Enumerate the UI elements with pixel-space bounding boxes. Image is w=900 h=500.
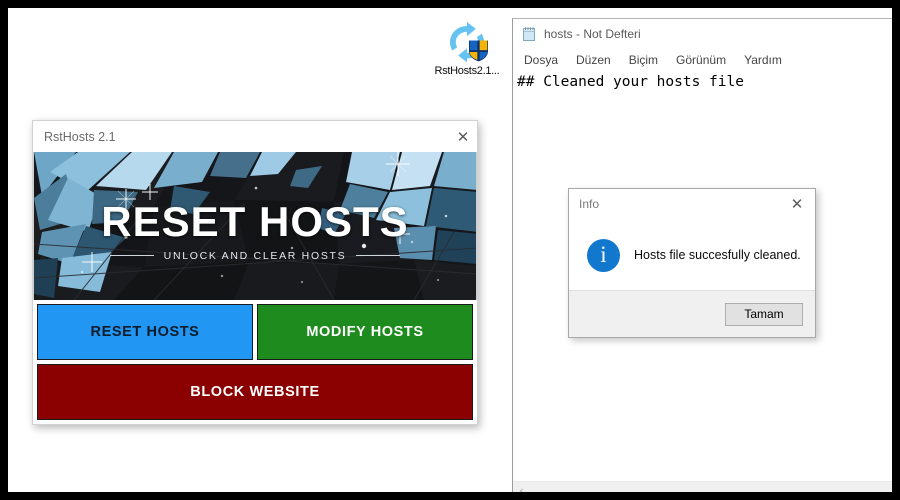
rsthosts-title: RstHosts 2.1 bbox=[44, 129, 116, 144]
desktop-icon-label: RstHosts2.1... bbox=[434, 65, 500, 77]
rsthosts-titlebar[interactable]: RstHosts 2.1 ✕ bbox=[33, 121, 477, 152]
menu-item-bicim[interactable]: Biçim bbox=[627, 52, 660, 68]
scrollbar-track[interactable] bbox=[530, 482, 892, 492]
dialog-footer: Tamam bbox=[569, 290, 815, 337]
screen-frame: RstHosts2.1... hosts - Not Defteri Dosya… bbox=[0, 0, 900, 500]
banner-subline: UNLOCK AND CLEAR HOSTS bbox=[163, 249, 347, 262]
notepad-icon bbox=[521, 26, 537, 42]
rsthosts-banner: RESET HOSTS UNLOCK AND CLEAR HOSTS bbox=[33, 152, 477, 300]
dialog-title: Info bbox=[579, 197, 600, 211]
modify-hosts-button[interactable]: MODIFY HOSTS bbox=[257, 304, 473, 360]
menu-item-duzen[interactable]: Düzen bbox=[574, 52, 613, 68]
info-icon-letter: i bbox=[600, 241, 607, 267]
block-website-button[interactable]: BLOCK WEBSITE bbox=[37, 364, 473, 420]
banner-subline-row: UNLOCK AND CLEAR HOSTS bbox=[109, 249, 401, 262]
ok-button[interactable]: Tamam bbox=[725, 302, 803, 326]
reset-shield-icon bbox=[444, 22, 490, 64]
rule-right bbox=[356, 255, 401, 256]
close-icon[interactable]: ✕ bbox=[449, 126, 477, 148]
notepad-content[interactable]: ## Cleaned your hosts file bbox=[517, 74, 892, 91]
close-icon[interactable]: ✕ bbox=[783, 193, 811, 215]
banner-headline: RESET HOSTS bbox=[101, 197, 409, 245]
notepad-menubar[interactable]: Dosya Düzen Biçim Görünüm Yardım bbox=[513, 49, 892, 71]
notepad-horizontal-scrollbar[interactable]: ‹ bbox=[513, 481, 892, 492]
notepad-titlebar[interactable]: hosts - Not Defteri bbox=[513, 19, 892, 49]
menu-item-yardim[interactable]: Yardım bbox=[742, 52, 784, 68]
menu-item-gorunum[interactable]: Görünüm bbox=[674, 52, 728, 68]
rule-left bbox=[109, 255, 154, 256]
notepad-title: hosts - Not Defteri bbox=[544, 27, 641, 41]
dialog-titlebar[interactable]: Info ✕ bbox=[569, 189, 815, 219]
rsthosts-window[interactable]: RstHosts 2.1 ✕ RESET HOSTS UNLOCK AND CL… bbox=[32, 120, 478, 425]
info-icon: i bbox=[587, 238, 620, 272]
info-dialog[interactable]: Info ✕ i Hosts file succesfully cleaned.… bbox=[568, 188, 816, 338]
dialog-body: i Hosts file succesfully cleaned. bbox=[569, 219, 815, 291]
banner-text-block: RESET HOSTS UNLOCK AND CLEAR HOSTS bbox=[34, 152, 476, 300]
button-row-top: RESET HOSTS MODIFY HOSTS bbox=[37, 304, 473, 360]
menu-item-dosya[interactable]: Dosya bbox=[522, 52, 560, 68]
dialog-message: Hosts file succesfully cleaned. bbox=[634, 248, 801, 262]
reset-hosts-button[interactable]: RESET HOSTS bbox=[37, 304, 253, 360]
rsthosts-button-panel: RESET HOSTS MODIFY HOSTS BLOCK WEBSITE bbox=[33, 300, 477, 424]
desktop-icon-rsthosts[interactable]: RstHosts2.1... bbox=[426, 22, 508, 84]
desktop[interactable]: RstHosts2.1... hosts - Not Defteri Dosya… bbox=[8, 8, 892, 492]
scroll-left-arrow-icon[interactable]: ‹ bbox=[513, 482, 530, 492]
